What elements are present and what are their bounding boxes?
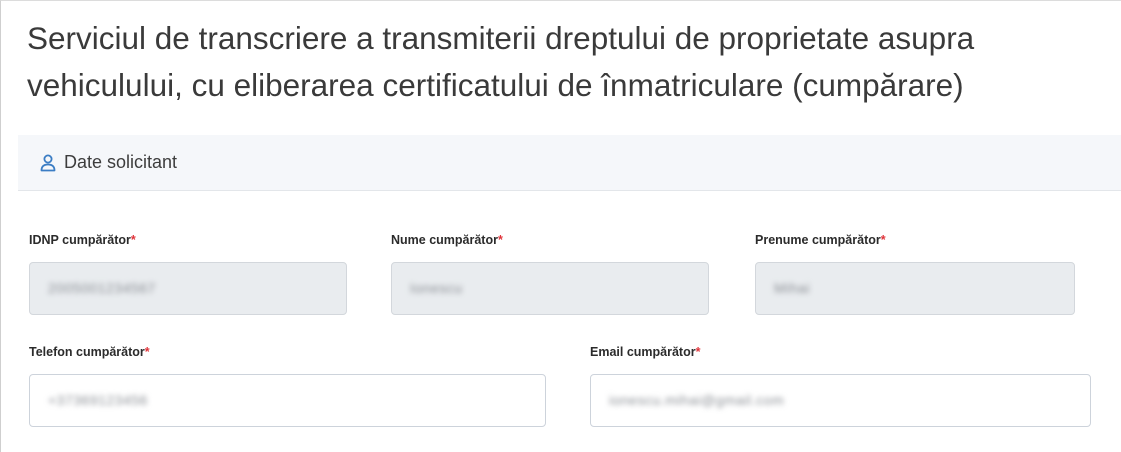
telefon-field: Telefon cumpărător* +37369123456 [29,344,546,427]
section-title: Date solicitant [64,152,178,172]
prenume-field: Prenume cumpărător* Mihai [755,232,1075,315]
required-marker: * [144,345,150,359]
required-marker: * [497,233,503,247]
section-header: Date solicitant [18,135,1121,191]
idnp-label: IDNP cumpărător* [29,233,136,247]
idnp-value: 2005001234567 [48,280,156,296]
telefon-input[interactable]: +37369123456 [29,374,546,427]
required-marker: * [880,233,886,247]
nume-field: Nume cumpărător* Ionescu [391,232,709,315]
telefon-value: +37369123456 [48,392,148,408]
page: Serviciul de transcriere a transmiterii … [0,0,1121,452]
nume-label: Nume cumpărător* [391,233,503,247]
prenume-label: Prenume cumpărător* [755,233,886,247]
email-input[interactable]: ionescu.mihai@gmail.com [590,374,1091,427]
applicant-section: Date solicitant IDNP cumpărător* 2005001… [18,135,1121,452]
required-marker: * [695,345,701,359]
nume-input[interactable]: Ionescu [391,262,709,315]
telefon-label: Telefon cumpărător* [29,345,150,359]
email-field: Email cumpărător* ionescu.mihai@gmail.co… [590,344,1091,427]
nume-value: Ionescu [410,280,463,296]
email-label: Email cumpărător* [590,345,701,359]
idnp-input[interactable]: 2005001234567 [29,262,347,315]
prenume-value: Mihai [774,280,810,296]
page-title: Serviciul de transcriere a transmiterii … [27,20,975,103]
idnp-field: IDNP cumpărător* 2005001234567 [29,232,347,315]
email-value: ionescu.mihai@gmail.com [609,392,785,408]
prenume-input[interactable]: Mihai [755,262,1075,315]
user-icon [40,154,56,172]
required-marker: * [130,233,136,247]
